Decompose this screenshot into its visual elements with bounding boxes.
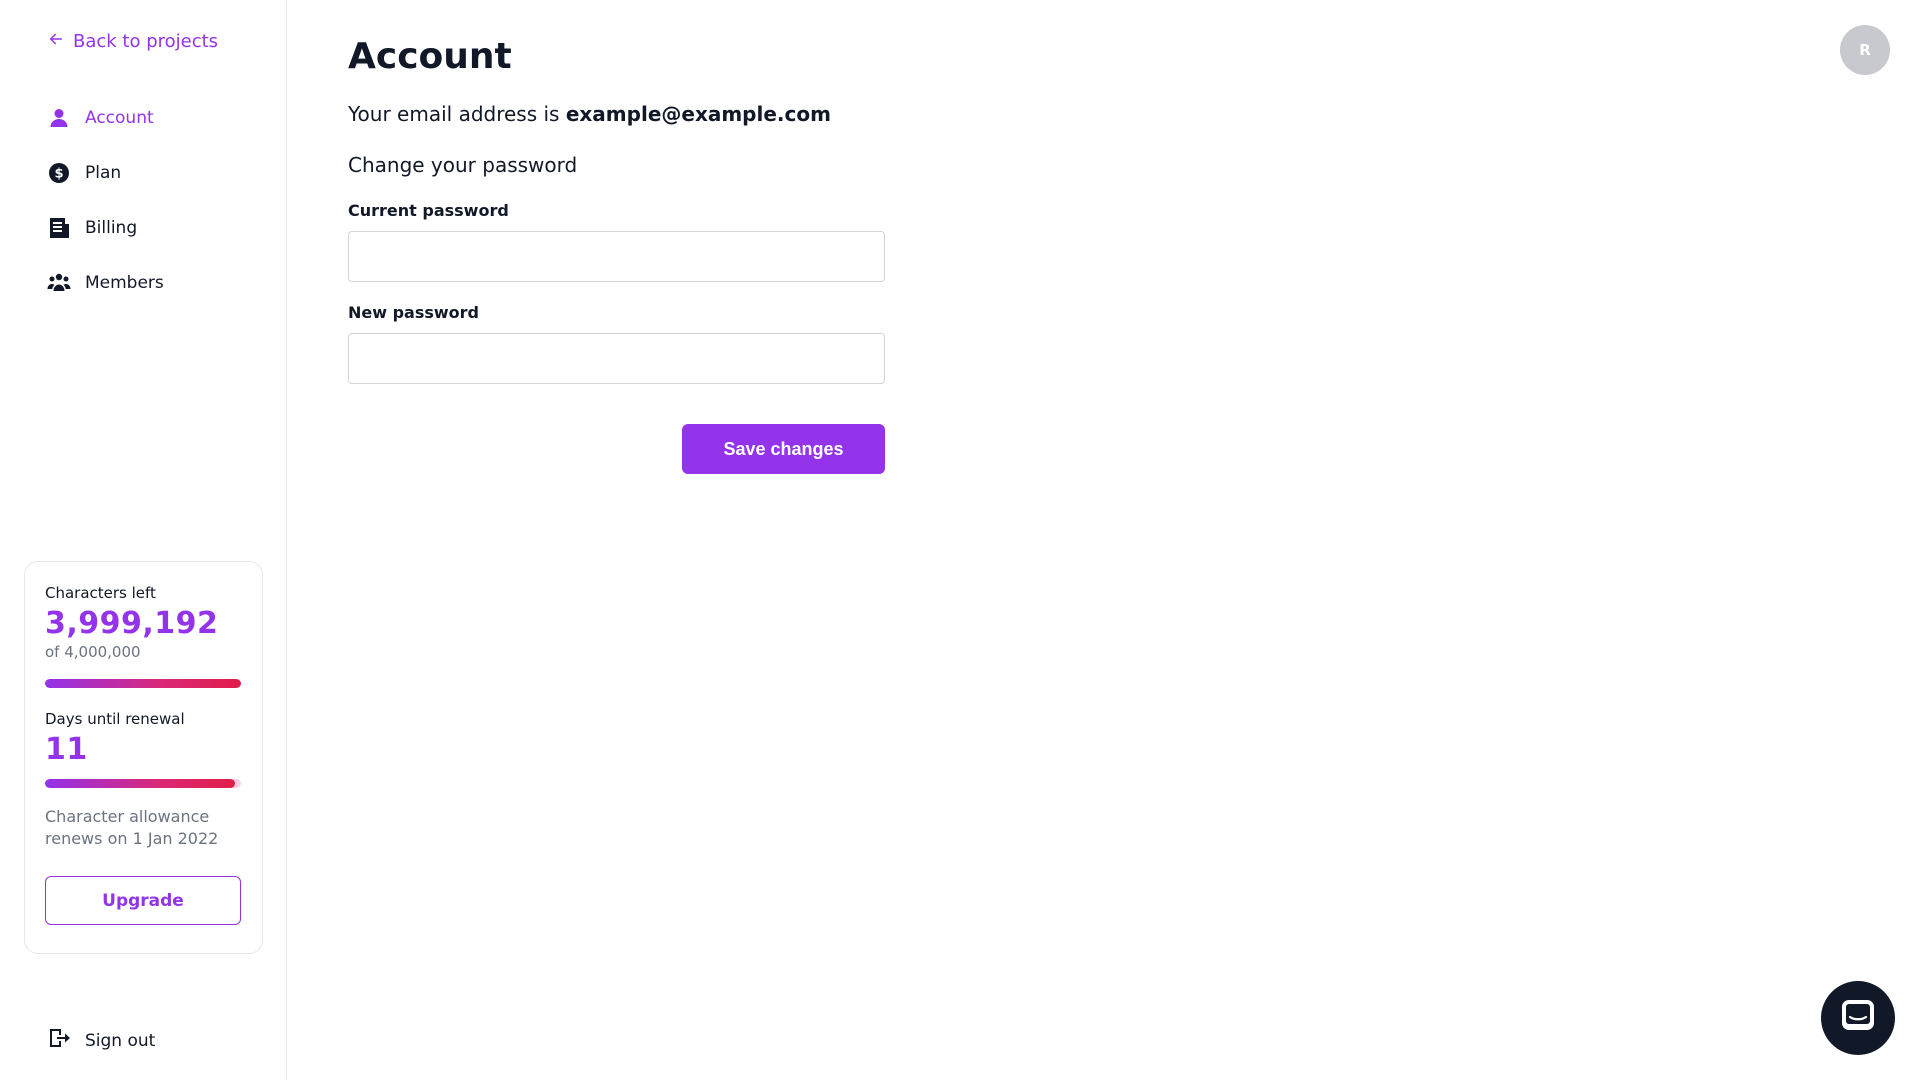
- sign-out-label: Sign out: [85, 1030, 156, 1051]
- avatar[interactable]: R: [1840, 25, 1890, 75]
- characters-left-label: Characters left: [45, 584, 156, 602]
- sign-out-icon: [47, 1026, 71, 1055]
- sidebar-item-label: Billing: [85, 217, 138, 238]
- svg-text:$: $: [54, 166, 63, 181]
- characters-progress-fill: [45, 679, 241, 688]
- change-password-heading: Change your password: [348, 153, 578, 177]
- current-password-input[interactable]: [348, 231, 885, 282]
- user-icon: [47, 106, 71, 130]
- upgrade-button[interactable]: Upgrade: [45, 876, 241, 925]
- sidebar-item-account[interactable]: Account: [47, 90, 164, 145]
- renewal-progress-fill: [45, 779, 236, 788]
- renewal-note: Character allowance renews on 1 Jan 2022: [45, 807, 219, 848]
- days-until-renewal-value: 11: [45, 732, 88, 767]
- usage-card: Characters left 3,999,192 of 4,000,000 D…: [24, 561, 263, 954]
- save-changes-button[interactable]: Save changes: [682, 424, 885, 474]
- characters-left-value: 3,999,192: [45, 606, 219, 641]
- new-password-label: New password: [348, 303, 480, 322]
- sidebar-item-label: Plan: [85, 162, 122, 183]
- chat-icon: [1839, 997, 1877, 1039]
- email-prefix: Your email address is: [348, 102, 566, 126]
- renewal-progress-bar: [45, 779, 241, 788]
- characters-total: of 4,000,000: [45, 643, 141, 661]
- sidebar-item-members[interactable]: Members: [47, 255, 164, 310]
- users-icon: [47, 271, 71, 295]
- sign-out-button[interactable]: Sign out: [47, 1026, 155, 1055]
- characters-progress-bar: [45, 679, 241, 688]
- arrow-left-icon: [47, 30, 65, 53]
- chat-launcher-button[interactable]: [1821, 981, 1895, 1055]
- sidebar-item-billing[interactable]: Billing: [47, 200, 164, 255]
- sidebar-item-label: Members: [85, 272, 164, 293]
- current-password-label: Current password: [348, 201, 509, 220]
- page-title: Account: [348, 36, 512, 77]
- receipt-icon: [47, 216, 71, 240]
- email-address: example@example.com: [565, 102, 831, 126]
- back-link-label: Back to projects: [73, 31, 219, 52]
- dollar-circle-icon: $: [47, 161, 71, 185]
- sidebar-item-plan[interactable]: $ Plan: [47, 145, 164, 200]
- sidebar: Back to projects Account $ Plan Billing: [0, 0, 287, 1080]
- sidebar-nav: Account $ Plan Billing Members: [47, 90, 164, 310]
- new-password-input[interactable]: [348, 333, 885, 384]
- app-root: Back to projects Account $ Plan Billing: [0, 0, 1920, 1080]
- days-until-renewal-label: Days until renewal: [45, 710, 185, 728]
- email-line: Your email address is example@example.co…: [348, 102, 831, 126]
- back-to-projects-link[interactable]: Back to projects: [47, 30, 218, 53]
- sidebar-item-label: Account: [85, 107, 154, 128]
